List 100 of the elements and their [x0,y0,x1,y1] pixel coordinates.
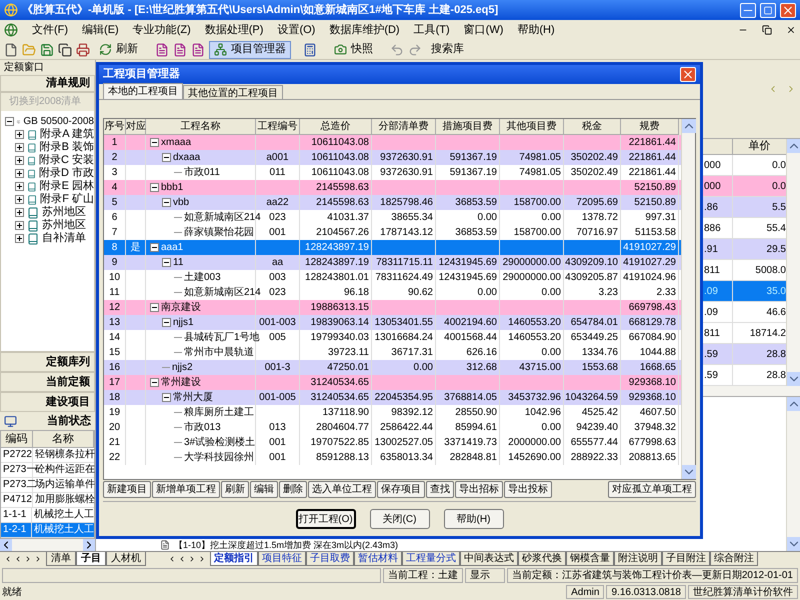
last-sheet-icon[interactable] [198,554,206,564]
table-row[interactable]: P273一砼构件运距在 [1,463,94,478]
scrollbar[interactable] [681,119,695,479]
collapse-icon[interactable] [150,243,159,252]
document-icon[interactable] [191,42,205,56]
table-row[interactable]: 811 5008.0 [703,260,786,281]
toolbar-button[interactable]: 搜索库 [426,40,469,58]
action-button[interactable]: 选入单位工程 [308,481,376,498]
dialog-button[interactable]: 打开工程(O) [296,509,356,529]
collapse-icon[interactable] [162,318,171,327]
restore-icon[interactable] [762,25,772,35]
scrollbar[interactable] [786,139,800,386]
maximize-icon[interactable] [760,2,776,18]
sheet-tab[interactable]: 钢模含量 [566,552,614,566]
next-sheet-icon[interactable] [24,554,32,564]
printer-icon[interactable] [76,42,90,56]
action-button[interactable]: 保存项目 [377,481,425,498]
collapse-icon[interactable] [162,198,171,207]
menu-item[interactable]: 文件(F) [32,22,68,38]
expand-icon[interactable] [15,169,24,178]
menu-item[interactable]: 窗口(W) [464,22,504,38]
scroll-right-icon[interactable] [83,539,95,551]
save-icon[interactable] [40,42,54,56]
table-row[interactable]: 17 常州建设 31240534.65 929368.10 [104,375,681,390]
sheet-tab[interactable]: 暂估材料 [354,552,402,566]
new-file-icon[interactable] [4,42,18,56]
table-row[interactable]: 13 njjs1 001-003 19839063.14 13053401.55 4002194.60 1460553.20 654784.01 668129.78 [104,315,681,330]
sheet-tab[interactable]: 子目附注 [662,552,710,566]
panel-section-header[interactable]: 建设项目 [0,392,95,412]
table-row[interactable]: 16 njjs2 001-3 47250.01 0.00 312.68 43715.00 1553.68 1668.65 [104,360,681,375]
tab[interactable]: 本地的工程项目 [103,83,183,99]
expand-icon[interactable] [15,221,24,230]
menu-item[interactable]: 编辑(E) [82,22,119,38]
scroll-up-icon[interactable] [682,119,696,133]
table-row[interactable]: .91 29.5 [703,239,786,260]
collapse-icon[interactable] [150,303,159,312]
action-button[interactable]: 编辑 [250,481,278,498]
scroll-left-icon[interactable] [0,539,12,551]
menu-item[interactable]: 帮助(H) [517,22,555,38]
first-sheet-icon[interactable] [168,554,176,564]
panel-section-header[interactable]: 定额库列 [0,352,95,372]
table-row[interactable]: 18 常州大厦 001-005 31240534.65 22045354.95 3768814.05 3453732.96 1043264.59 929368.10 [104,390,681,405]
table-row[interactable]: 2 dxaaa a001 10611043.08 9372630.91 591367.19 74981.05 350202.49 221861.44 [104,150,681,165]
table-row[interactable]: 1 xmaaa 10611043.08 221861.44 [104,135,681,150]
sheet-tab[interactable]: 项目特征 [258,552,306,566]
action-button[interactable]: 导出投标 [504,481,552,498]
tree-item[interactable]: 自补清单 [42,230,86,247]
scrollbar[interactable] [786,397,800,551]
first-sheet-icon[interactable] [4,554,12,564]
table-row[interactable]: 12 南京建设 19886313.15 669798.43 [104,300,681,315]
table-row[interactable]: P273二场内运输单件 [1,478,94,493]
tree-item[interactable]: GB 50500-2008 [23,114,94,129]
previous-sheet-icon[interactable] [178,554,186,564]
menu-item[interactable]: 数据处理(P) [204,22,264,38]
collapse-icon[interactable] [162,258,171,267]
scroll-up-icon[interactable] [787,139,800,153]
sheet-tab[interactable]: 工程量分式 [402,552,460,566]
action-button[interactable]: 对应孤立单项工程 [608,481,696,498]
action-button[interactable]: 查找 [426,481,454,498]
panel-header[interactable]: 清单规则 [0,75,95,92]
copy-icon[interactable] [58,42,72,56]
collapse-icon[interactable] [150,138,159,147]
toolbar-button[interactable]: 刷新 [94,40,143,58]
action-button[interactable]: 新建项目 [103,481,151,498]
menu-item[interactable]: 工具(T) [414,22,450,38]
sheet-tab[interactable]: 附注说明 [614,552,662,566]
dialog-button[interactable]: 关闭(C) [370,509,430,529]
sheet-tab[interactable]: 人材机 [106,552,146,566]
horizontal-scrollbar[interactable] [0,539,95,551]
scroll-down-icon[interactable] [682,465,696,479]
expand-icon[interactable] [15,156,24,165]
table-row[interactable]: .59 28.8 [703,344,786,365]
table-row[interactable]: 000 0.0 [703,176,786,197]
sheet-tab[interactable]: 定额指引 [210,552,258,566]
action-button[interactable]: 导出招标 [455,481,503,498]
horizontal-scrollbar[interactable] [703,386,800,396]
menu-item[interactable]: 设置(O) [277,22,316,38]
sheet-tab[interactable]: 子目 [76,552,106,566]
table-row[interactable]: 886 55.4 [703,218,786,239]
collapse-icon[interactable] [150,378,159,387]
toolbar-button[interactable]: 项目管理器 [209,40,291,58]
collapse-icon[interactable] [162,393,171,402]
close-icon[interactable] [786,25,796,35]
table-row[interactable]: .59 28.8 [703,365,786,386]
menu-item[interactable]: 数据库维护(D) [329,22,400,38]
calculator-icon[interactable] [303,42,317,56]
expand-icon[interactable] [15,234,24,243]
sheet-tab[interactable]: 中间表达式 [460,552,518,566]
expand-icon[interactable] [15,130,24,139]
sheet-tab[interactable]: 综合附注 [710,552,758,566]
action-button[interactable]: 新增单项工程 [152,481,220,498]
previous-sheet-icon[interactable] [14,554,22,564]
scroll-down-icon[interactable] [787,537,800,551]
table-row[interactable]: 811 18714.2 [703,323,786,344]
sheet-tab[interactable]: 砂浆代换 [518,552,566,566]
table-row[interactable]: .09 46.6 [703,302,786,323]
collapse-icon[interactable] [162,153,171,162]
scroll-down-icon[interactable] [787,372,800,386]
collapse-icon[interactable] [150,183,159,192]
toolbar-button[interactable]: 快照 [329,40,378,58]
